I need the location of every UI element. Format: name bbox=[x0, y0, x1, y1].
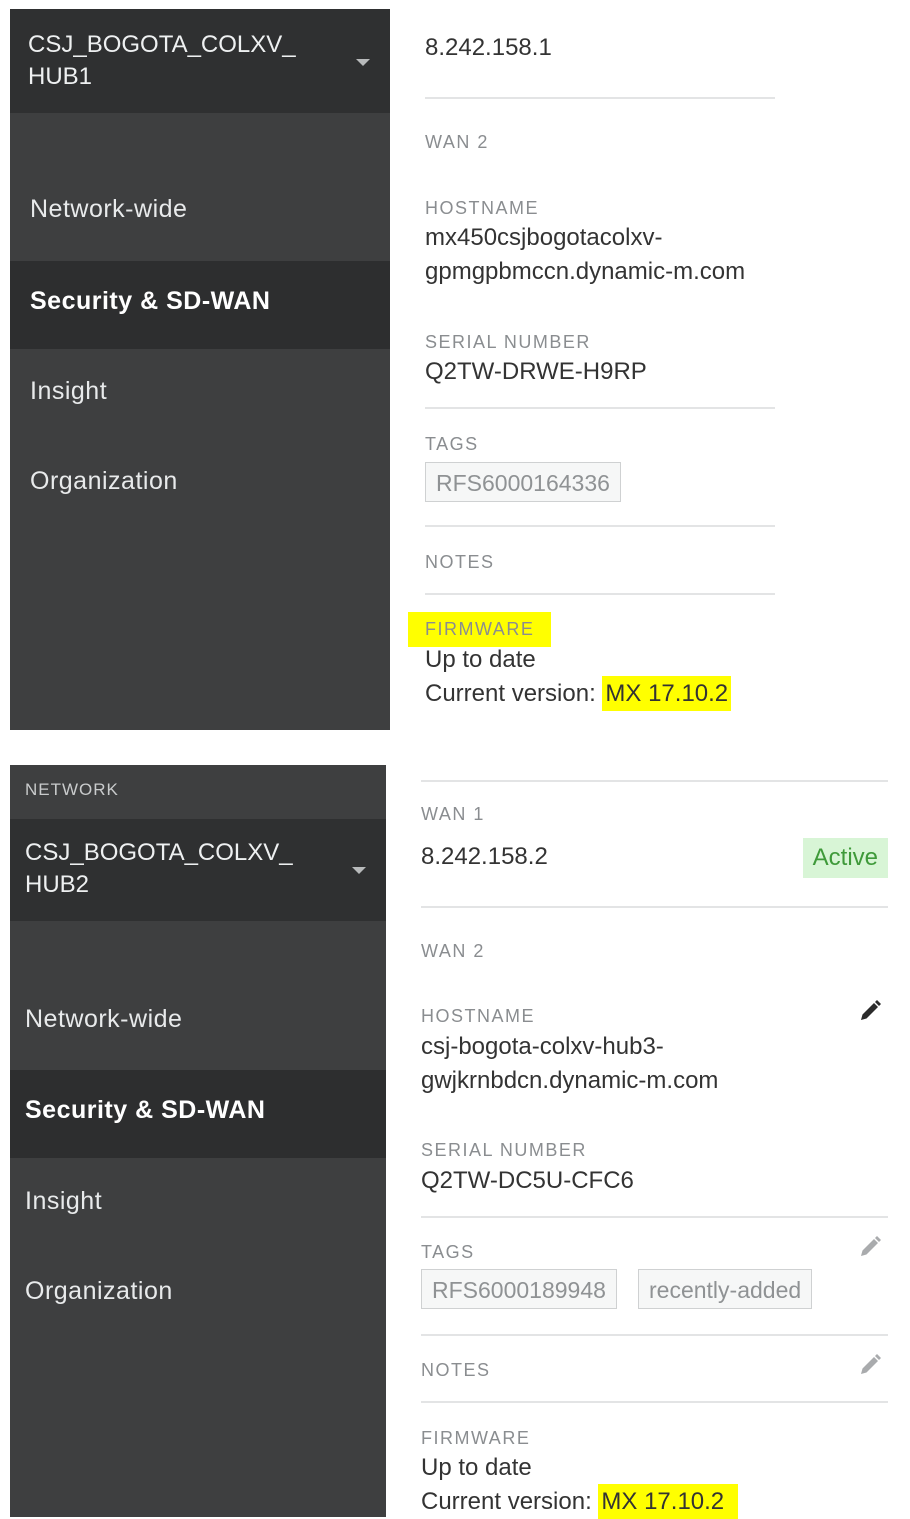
sidebar: CSJ_BOGOTA_COLXV_ HUB1 Network-wide Secu… bbox=[10, 9, 390, 730]
sidebar-item-organization[interactable]: Organization bbox=[10, 1251, 386, 1339]
divider bbox=[425, 97, 775, 99]
serial-number-label: SERIAL NUMBER bbox=[425, 332, 591, 352]
tags-label: TAGS bbox=[421, 1242, 475, 1262]
network-selector[interactable]: CSJ_BOGOTA_COLXV_ HUB2 bbox=[10, 819, 386, 921]
divider bbox=[421, 780, 888, 782]
network-selector[interactable]: CSJ_BOGOTA_COLXV_ HUB1 bbox=[10, 9, 390, 113]
sidebar-item-label: Organization bbox=[25, 1277, 173, 1305]
serial-number-value: Q2TW-DC5U-CFC6 bbox=[421, 1167, 634, 1194]
device-details: 8.242.158.1 WAN 2 HOSTNAME mx450csjbogot… bbox=[408, 0, 885, 740]
current-version-value: MX 17.10.2 bbox=[602, 676, 732, 711]
hostname-value-line2: gwjkrnbdcn.dynamic-m.com bbox=[421, 1067, 719, 1094]
sidebar-item-network-wide[interactable]: Network-wide bbox=[10, 169, 390, 257]
network-panel-hub2: NETWORK CSJ_BOGOTA_COLXV_ HUB2 Network-w… bbox=[0, 763, 910, 1519]
divider bbox=[421, 906, 888, 908]
firmware-label: FIRMWARE bbox=[408, 612, 552, 647]
sidebar-item-organization[interactable]: Organization bbox=[10, 441, 390, 529]
network-selector-value: CSJ_BOGOTA_COLXV_ HUB2 bbox=[25, 839, 293, 898]
sidebar-item-label: Network-wide bbox=[30, 195, 188, 223]
wan2-label: WAN 2 bbox=[421, 941, 485, 961]
notes-label: NOTES bbox=[425, 552, 495, 572]
tags-label: TAGS bbox=[425, 434, 479, 454]
tag-chip[interactable]: RFS6000189948 bbox=[421, 1269, 617, 1309]
divider bbox=[421, 1401, 888, 1403]
current-version-line: Current version: MX 17.10.2 bbox=[425, 676, 732, 711]
hostname-value-line1: mx450csjbogotacolxv- bbox=[425, 224, 663, 251]
divider bbox=[425, 593, 775, 595]
tag-chip[interactable]: RFS6000164336 bbox=[425, 462, 621, 502]
firmware-status: Up to date bbox=[425, 646, 536, 673]
network-selector-value: CSJ_BOGOTA_COLXV_ HUB1 bbox=[28, 31, 296, 90]
sidebar-item-label: Security & SD-WAN bbox=[25, 1096, 266, 1124]
sidebar-item-label: Security & SD-WAN bbox=[30, 287, 271, 315]
device-details: WAN 1 8.242.158.2 Active WAN 2 HOSTNAME … bbox=[421, 763, 891, 1519]
current-version-line: Current version: MX 17.10.2 bbox=[421, 1484, 739, 1519]
wan1-label: WAN 1 bbox=[421, 804, 485, 824]
hostname-value-line2: gpmgpbmccn.dynamic-m.com bbox=[425, 258, 746, 285]
chevron-down-icon bbox=[356, 59, 370, 66]
pencil-icon[interactable] bbox=[858, 1353, 882, 1377]
serial-number-value: Q2TW-DRWE-H9RP bbox=[425, 358, 647, 385]
notes-label: NOTES bbox=[421, 1360, 491, 1380]
sidebar-item-label: Network-wide bbox=[25, 1005, 183, 1033]
sidebar-item-label: Insight bbox=[25, 1187, 103, 1215]
pencil-icon[interactable] bbox=[858, 999, 882, 1023]
sidebar-item-label: Insight bbox=[30, 377, 108, 405]
sidebar-item-security-sdwan[interactable]: Security & SD-WAN bbox=[10, 261, 390, 349]
pencil-icon[interactable] bbox=[858, 1235, 882, 1259]
sidebar-item-security-sdwan[interactable]: Security & SD-WAN bbox=[10, 1070, 386, 1158]
status-badge: Active bbox=[802, 838, 888, 878]
sidebar-item-insight[interactable]: Insight bbox=[10, 351, 390, 439]
sidebar-item-label: Organization bbox=[30, 467, 178, 495]
wan1-ip: 8.242.158.2 bbox=[421, 843, 548, 870]
network-label: NETWORK bbox=[25, 780, 119, 799]
serial-number-label: SERIAL NUMBER bbox=[421, 1140, 587, 1160]
sidebar: NETWORK CSJ_BOGOTA_COLXV_ HUB2 Network-w… bbox=[10, 765, 386, 1517]
sidebar-item-insight[interactable]: Insight bbox=[10, 1161, 386, 1249]
hostname-value-line1: csj-bogota-colxv-hub3- bbox=[421, 1033, 664, 1060]
divider bbox=[421, 1216, 888, 1218]
hostname-label: HOSTNAME bbox=[421, 1006, 536, 1026]
current-version-label: Current version: bbox=[425, 680, 603, 707]
network-panel-hub1: CSJ_BOGOTA_COLXV_ HUB1 Network-wide Secu… bbox=[0, 0, 910, 740]
tag-chip[interactable]: recently-added bbox=[638, 1269, 813, 1309]
current-version-value: MX 17.10.2 bbox=[598, 1484, 739, 1519]
firmware-label: FIRMWARE bbox=[421, 1428, 531, 1448]
wan2-label: WAN 2 bbox=[425, 132, 489, 152]
wan1-ip: 8.242.158.1 bbox=[425, 34, 552, 61]
sidebar-item-network-wide[interactable]: Network-wide bbox=[10, 979, 386, 1067]
divider bbox=[425, 407, 775, 409]
hostname-label: HOSTNAME bbox=[425, 198, 540, 218]
firmware-status: Up to date bbox=[421, 1454, 532, 1481]
divider bbox=[421, 1334, 888, 1336]
chevron-down-icon bbox=[352, 867, 366, 874]
current-version-label: Current version: bbox=[421, 1488, 599, 1515]
divider bbox=[425, 525, 775, 527]
